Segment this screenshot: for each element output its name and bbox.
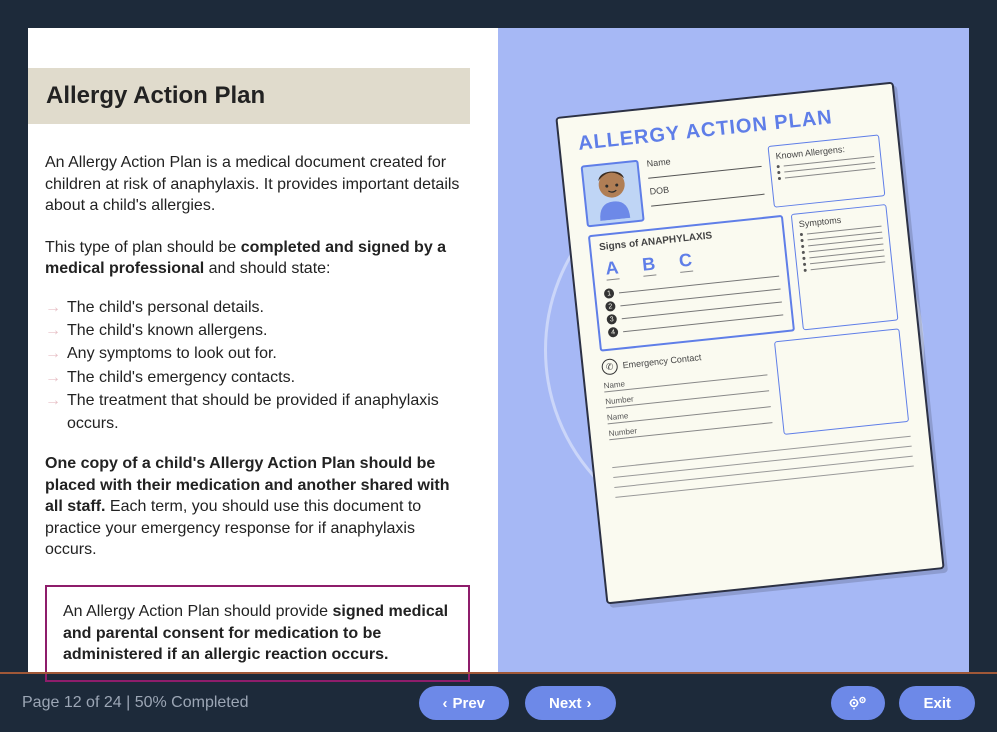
dob-label: DOB [649, 185, 669, 197]
next-label: Next [549, 695, 582, 712]
intro-paragraph: An Allergy Action Plan is a medical docu… [45, 152, 470, 217]
symptoms-box: Symptoms [791, 204, 899, 330]
exit-button[interactable]: Exit [899, 686, 975, 720]
copy-paragraph: One copy of a child's Allergy Action Pla… [45, 453, 470, 561]
list-item: The child's known allergens. [45, 319, 470, 342]
list-item: Any symptoms to look out for. [45, 342, 470, 365]
document-illustration: ALLERGY ACTION PLAN Name DOB [555, 82, 944, 605]
abc-b: B [641, 254, 656, 277]
prelist-a: This type of plan should be [45, 239, 241, 256]
exit-label: Exit [923, 695, 951, 712]
abc-a: A [604, 257, 619, 280]
prelist-paragraph: This type of plan should be completed an… [45, 237, 470, 280]
page-title: Allergy Action Plan [46, 82, 452, 110]
prev-label: Prev [453, 695, 486, 712]
name-block: Name DOB [646, 147, 766, 221]
bottom-bar: Page 12 of 24 | 50% Completed ‹ Prev Nex… [0, 672, 997, 732]
nav-buttons: ‹ Prev Next › [419, 686, 616, 720]
title-bar: Allergy Action Plan [28, 68, 470, 124]
next-button[interactable]: Next › [525, 686, 616, 720]
callout-box: An Allergy Action Plan should provide si… [45, 585, 470, 682]
signs-box: Signs of ANAPHYLAXIS A B C 1 2 3 4 [588, 215, 795, 352]
child-photo [581, 160, 645, 228]
bullet-list: The child's personal details. The child'… [45, 296, 470, 435]
callout-a: An Allergy Action Plan should provide [63, 603, 333, 620]
prev-button[interactable]: ‹ Prev [419, 686, 510, 720]
chevron-right-icon: › [587, 695, 592, 712]
right-buttons: Exit [831, 686, 975, 720]
emergency-block: ✆ Emergency Contact Name Number Name Num… [601, 343, 774, 454]
emergency-label: Emergency Contact [622, 352, 702, 370]
abc-c: C [678, 250, 693, 273]
blank-box [774, 328, 909, 435]
child-avatar-icon [587, 165, 638, 222]
settings-button[interactable] [831, 686, 885, 720]
list-item: The child's personal details. [45, 296, 470, 319]
allergens-box: Known Allergens: [768, 134, 886, 207]
progress-text: Page 12 of 24 | 50% Completed [22, 694, 249, 712]
prelist-b: and should state: [204, 260, 330, 277]
right-panel: ALLERGY ACTION PLAN Name DOB [498, 28, 969, 672]
phone-icon: ✆ [601, 358, 619, 376]
gear-icon [849, 696, 867, 710]
left-panel: Allergy Action Plan An Allergy Action Pl… [28, 28, 498, 672]
list-item: The treatment that should be provided if… [45, 389, 470, 435]
list-item: The child's emergency contacts. [45, 366, 470, 389]
content-area: Allergy Action Plan An Allergy Action Pl… [28, 28, 969, 672]
chevron-left-icon: ‹ [443, 695, 448, 712]
